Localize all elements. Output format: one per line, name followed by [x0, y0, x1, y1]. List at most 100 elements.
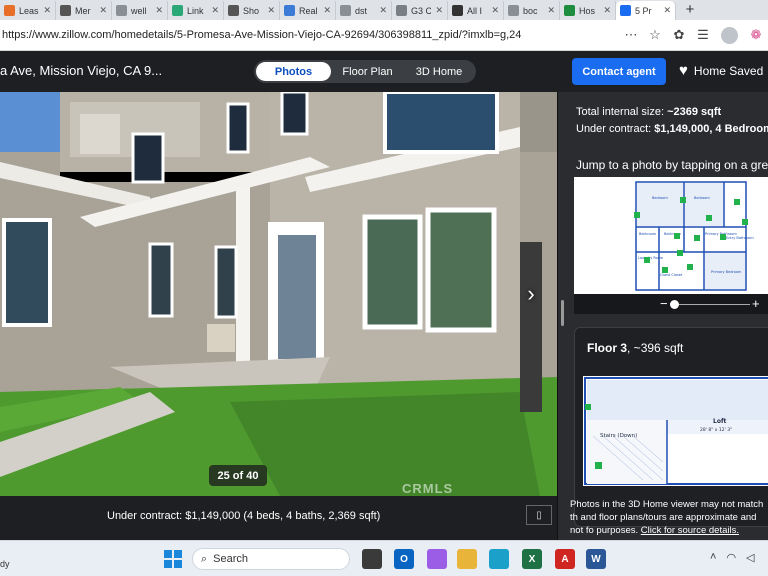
close-tab-icon[interactable]: ✕: [43, 5, 51, 16]
browser-tab[interactable]: Real ✕: [280, 1, 336, 20]
browser-tab-label: well: [131, 5, 147, 16]
browser-tab[interactable]: G3 C ✕: [392, 1, 448, 20]
contract-line: Under contract: $1,149,000, 4 Bedrooms: [576, 123, 768, 135]
floor-plan-main[interactable]: Bedroom Bedroom Bathroom Bathroom Laundr…: [574, 177, 768, 294]
copilot-icon[interactable]: [427, 549, 447, 569]
browser-tab-label: Real: [299, 5, 318, 16]
browser-tab[interactable]: Link ✕: [168, 1, 224, 20]
tab-3d-home[interactable]: 3D Home: [404, 62, 474, 81]
zillow-icon: [620, 5, 631, 16]
word-icon[interactable]: W: [586, 549, 606, 569]
close-tab-icon[interactable]: ✕: [155, 5, 163, 16]
collections-icon[interactable]: ☰: [691, 23, 715, 47]
floor-3-plan[interactable]: Loft 28' 8" x 12' 3" Stairs (Down): [583, 376, 768, 486]
contact-agent-button[interactable]: Contact agent: [572, 58, 666, 85]
total-size-label: Total internal size:: [576, 106, 668, 118]
g3-icon: [396, 5, 407, 16]
total-size-line: Total internal size: ~2369 sqft: [576, 106, 721, 118]
contract-value: $1,149,000, 4 Bedrooms: [654, 123, 768, 135]
room-label-laundry: Laundry Room: [638, 256, 664, 260]
browser-tab-label: dst: [355, 5, 368, 16]
jump-instruction: Jump to a photo by tapping on a gre: [576, 158, 768, 172]
browser-tab-strip: Leas ✕ Mer ✕ well ✕ Link ✕ Sho ✕ Real ✕ dst ✕ G3 C ✕ All…: [0, 0, 768, 20]
url-field[interactable]: https://www.zillow.com/homedetails/5-Pro…: [0, 23, 619, 47]
new-tab-button[interactable]: +: [676, 1, 704, 20]
home-saved-label: Home Saved: [693, 63, 764, 78]
room-label-bathroom-1: Bathroom: [639, 232, 657, 236]
close-tab-icon[interactable]: ✕: [267, 5, 275, 16]
home-saved-button[interactable]: ♥ Home Saved: [679, 63, 763, 78]
zoom-in-icon[interactable]: +: [752, 296, 760, 311]
loft-label: Loft: [713, 418, 727, 425]
volume-icon[interactable]: ◁: [746, 551, 754, 564]
next-photo-arrow-icon[interactable]: ›: [519, 279, 543, 309]
room-label-bedroom-1: Bedroom: [652, 196, 668, 200]
windows-start-icon[interactable]: [164, 550, 182, 568]
favorite-star-icon[interactable]: ☆: [643, 23, 667, 47]
photo-watermark: CRMLS: [402, 481, 454, 496]
close-tab-icon[interactable]: ✕: [603, 5, 611, 16]
floor-3-name: Floor 3: [587, 341, 628, 355]
outlook-icon[interactable]: O: [394, 549, 414, 569]
browser-tab[interactable]: dst ✕: [336, 1, 392, 20]
listing-photo[interactable]: ›: [0, 92, 557, 496]
edge-icon[interactable]: [489, 549, 509, 569]
link-icon: [172, 5, 183, 16]
close-tab-icon[interactable]: ✕: [99, 5, 107, 16]
file-explorer-icon[interactable]: [457, 549, 477, 569]
browser-tab[interactable]: Mer ✕: [56, 1, 112, 20]
system-tray: ˄ ◠ ◁: [710, 551, 755, 564]
redfin-icon: [284, 5, 295, 16]
search-icon: [508, 5, 519, 16]
stairs-label: Stairs (Down): [600, 433, 637, 439]
browser-tab-label: Leas: [19, 5, 39, 16]
floor-plan-panel: Total internal size: ~2369 sqft Under co…: [557, 92, 768, 540]
extensions-icon[interactable]: ✿: [667, 23, 691, 47]
zoom-out-icon[interactable]: −: [660, 296, 668, 311]
photo-counter: 25 of 40: [209, 465, 267, 486]
chevron-up-icon[interactable]: ˄: [710, 551, 716, 564]
browser-tab-label: 5 Pr: [635, 5, 652, 16]
browser-tab[interactable]: well ✕: [112, 1, 168, 20]
excel-icon[interactable]: X: [522, 549, 542, 569]
toggle-panel-icon[interactable]: ▯: [526, 505, 552, 525]
more-icon[interactable]: ⋯: [619, 23, 643, 47]
zoom-slider-track[interactable]: [674, 304, 750, 305]
taskbar-search[interactable]: ⌕ Search: [192, 548, 350, 570]
zoom-control: − +: [574, 294, 768, 314]
browser-tab[interactable]: boc ✕: [504, 1, 560, 20]
copilot-sidebar-icon[interactable]: ❁: [744, 23, 768, 47]
tab-photos[interactable]: Photos: [256, 62, 331, 81]
floor-3-size: , ~396 sqft: [627, 341, 684, 355]
close-tab-icon[interactable]: ✕: [379, 5, 387, 16]
tab-floor-plan[interactable]: Floor Plan: [331, 62, 404, 81]
browser-tab[interactable]: Leas ✕: [0, 1, 56, 20]
task-view-icon[interactable]: [362, 549, 382, 569]
address-bar: https://www.zillow.com/homedetails/5-Pro…: [0, 20, 768, 51]
zoom-slider-thumb[interactable]: [670, 300, 679, 309]
wifi-icon[interactable]: ◠: [726, 551, 736, 564]
browser-tab[interactable]: Sho ✕: [224, 1, 280, 20]
browser-tab[interactable]: Hos ✕: [560, 1, 616, 20]
loft-dimensions: 28' 8" x 12' 3": [700, 427, 732, 433]
close-tab-icon[interactable]: ✕: [211, 5, 219, 16]
close-tab-icon[interactable]: ✕: [491, 5, 499, 16]
search-icon: [340, 5, 351, 16]
browser-tab-label: G3 C: [411, 5, 432, 16]
listing-address: a Ave, Mission Viejo, CA 9...: [0, 63, 163, 78]
profile-avatar[interactable]: [721, 26, 738, 44]
close-tab-icon[interactable]: ✕: [323, 5, 331, 16]
panel-scrollbar[interactable]: [561, 300, 564, 326]
acrobat-icon[interactable]: A: [555, 549, 575, 569]
view-switcher: Photos Floor Plan 3D Home: [254, 60, 476, 83]
photo-caption-bar: Under contract: $1,149,000 (4 beds, 4 ba…: [0, 496, 557, 540]
close-tab-icon[interactable]: ✕: [663, 5, 671, 16]
close-tab-icon[interactable]: ✕: [547, 5, 555, 16]
browser-tab[interactable]: All I ✕: [448, 1, 504, 20]
browser-tab[interactable]: 5 Pr ✕: [616, 1, 676, 20]
source-details-link[interactable]: Click for source details.: [641, 525, 739, 536]
search-icon: [116, 5, 127, 16]
close-tab-icon[interactable]: ✕: [435, 5, 443, 16]
browser-tab-label: boc: [523, 5, 538, 16]
floor-3-card[interactable]: Floor 3, ~396 sqft Loft 28' 8" x 12' 3" …: [574, 327, 768, 527]
